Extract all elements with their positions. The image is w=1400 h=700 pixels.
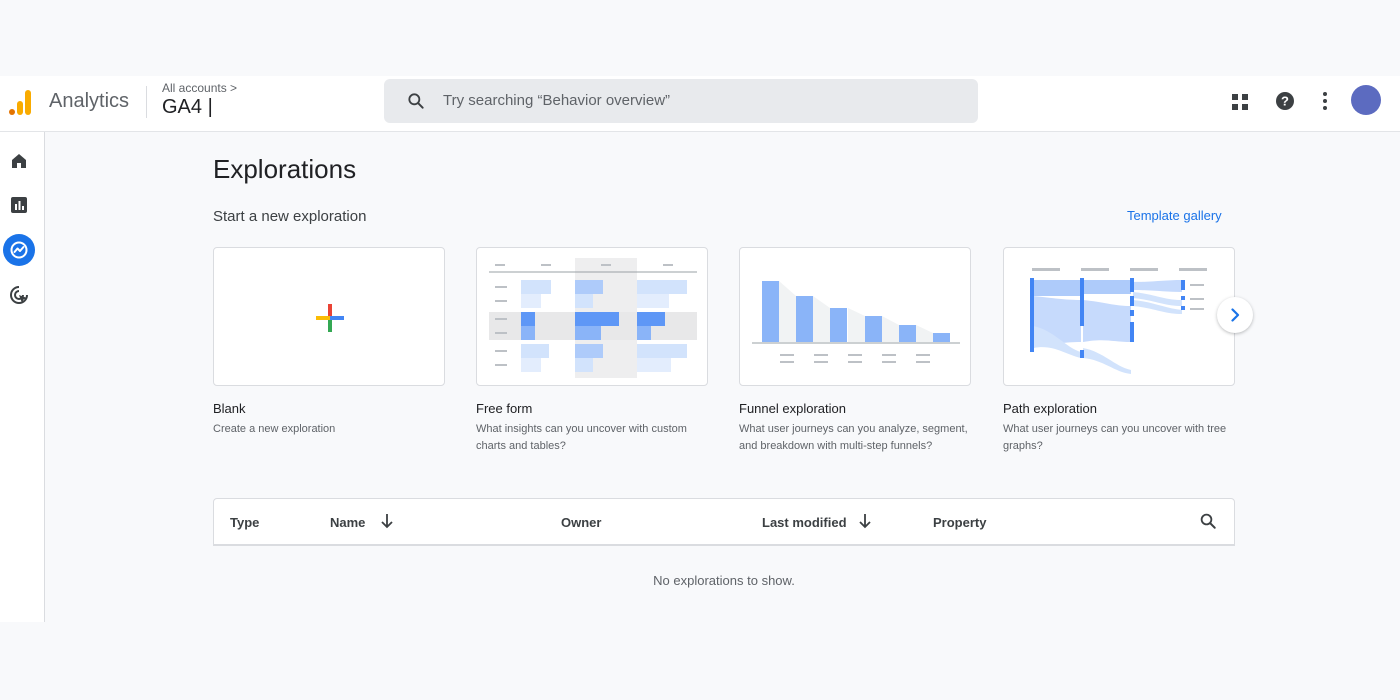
search-bar[interactable]: Try searching “Behavior overview”	[384, 79, 978, 123]
apps-grid-icon[interactable]	[1231, 93, 1249, 111]
empty-state-message: No explorations to show.	[653, 573, 795, 588]
template-title: Blank	[213, 401, 246, 416]
arrow-down-icon[interactable]	[380, 513, 394, 529]
funnel-chart-illustration	[752, 281, 960, 363]
header-divider	[146, 86, 147, 118]
chevron-right-icon: >	[230, 81, 238, 95]
column-property[interactable]: Property	[933, 515, 986, 530]
column-owner[interactable]: Owner	[561, 515, 601, 530]
search-icon[interactable]	[1199, 512, 1217, 530]
analytics-logo-icon[interactable]	[8, 88, 32, 116]
nav-advertising[interactable]	[3, 279, 35, 311]
template-title: Free form	[476, 401, 533, 416]
help-icon[interactable]: ?	[1275, 91, 1295, 111]
section-subtitle: Start a new exploration	[213, 208, 367, 225]
chevron-right-icon	[1231, 308, 1240, 322]
home-icon	[12, 154, 26, 168]
top-app-bar: Analytics All accounts > GA4 | Try searc…	[0, 76, 1400, 132]
search-placeholder: Try searching “Behavior overview”	[443, 92, 671, 109]
template-card-funnel-exploration[interactable]	[739, 247, 971, 386]
template-description: What user journeys can you uncover with …	[1003, 423, 1227, 452]
svg-text:?: ?	[1281, 94, 1289, 109]
path-tree-illustration	[1030, 268, 1207, 374]
carousel-next-button[interactable]	[1217, 297, 1253, 333]
app-name: Analytics	[49, 90, 130, 112]
target-icon	[10, 286, 28, 304]
column-last-modified[interactable]: Last modified	[762, 515, 847, 530]
template-card-free-form[interactable]	[476, 247, 708, 386]
template-card-path-exploration[interactable]	[1003, 247, 1235, 386]
nav-explore[interactable]	[3, 234, 35, 266]
property-name[interactable]: GA4 |	[162, 96, 213, 119]
column-type[interactable]: Type	[230, 515, 259, 530]
page-title: Explorations	[213, 154, 357, 184]
arrow-down-icon[interactable]	[858, 513, 872, 529]
explore-icon	[10, 241, 28, 259]
more-vert-icon[interactable]	[1320, 91, 1330, 111]
explorations-table-header: Type Name Owner Last modified Property	[213, 498, 1235, 546]
avatar[interactable]	[1351, 85, 1381, 115]
template-title: Path exploration	[1003, 401, 1097, 416]
free-form-table-illustration	[489, 258, 697, 378]
template-description: What user journeys can you analyze, segm…	[739, 423, 968, 452]
template-description: What insights can you uncover with custo…	[476, 423, 687, 452]
template-title: Funnel exploration	[739, 401, 846, 416]
search-icon	[408, 93, 424, 109]
template-gallery-link[interactable]: Template gallery	[1127, 208, 1222, 223]
nav-home[interactable]	[3, 145, 35, 177]
account-breadcrumb[interactable]: All accounts >	[162, 81, 237, 95]
column-name[interactable]: Name	[330, 515, 365, 530]
template-card-blank[interactable]	[213, 247, 445, 386]
plus-icon	[316, 304, 344, 332]
bar-chart-icon	[11, 197, 27, 213]
template-description: Create a new exploration	[213, 423, 336, 435]
nav-reports[interactable]	[3, 189, 35, 221]
left-navigation	[0, 132, 45, 622]
